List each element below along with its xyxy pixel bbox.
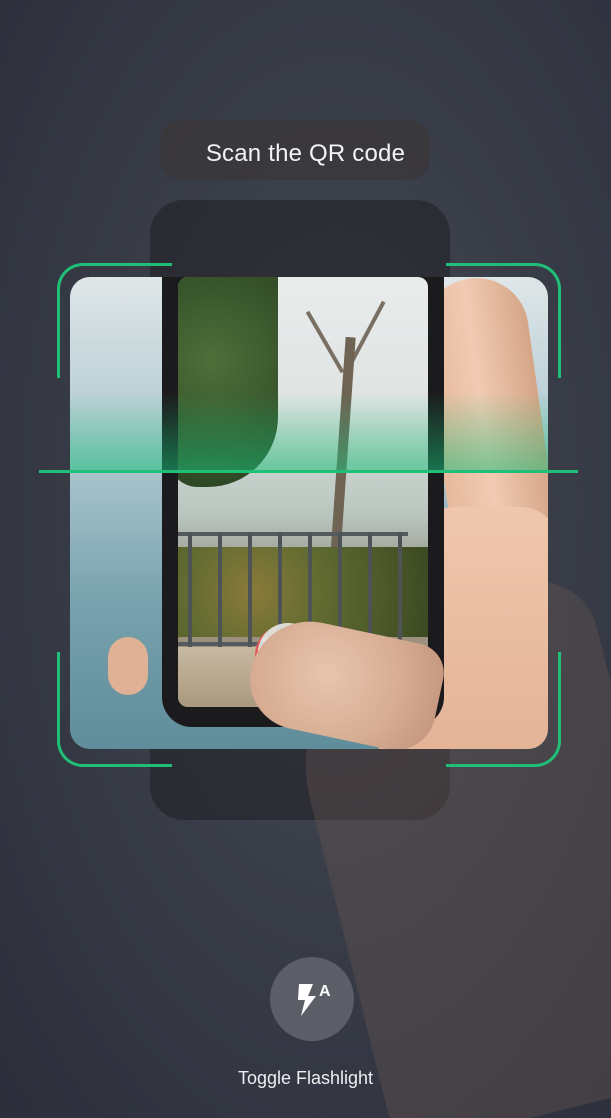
toggle-flashlight-button[interactable]: A: [270, 957, 354, 1041]
frame-corner-top-left: [57, 263, 172, 378]
frame-corner-bottom-left: [57, 652, 172, 767]
scan-line: [39, 470, 578, 473]
frame-corner-top-right: [446, 263, 561, 378]
flash-auto-letter: A: [319, 983, 331, 1000]
frame-corner-bottom-right: [446, 652, 561, 767]
scan-title: Scan the QR code: [205, 140, 406, 167]
scan-glow: [70, 392, 548, 472]
flash-auto-icon: A: [298, 983, 331, 1016]
flashlight-label: Toggle Flashlight: [237, 1068, 374, 1088]
tree-branch: [305, 310, 345, 374]
